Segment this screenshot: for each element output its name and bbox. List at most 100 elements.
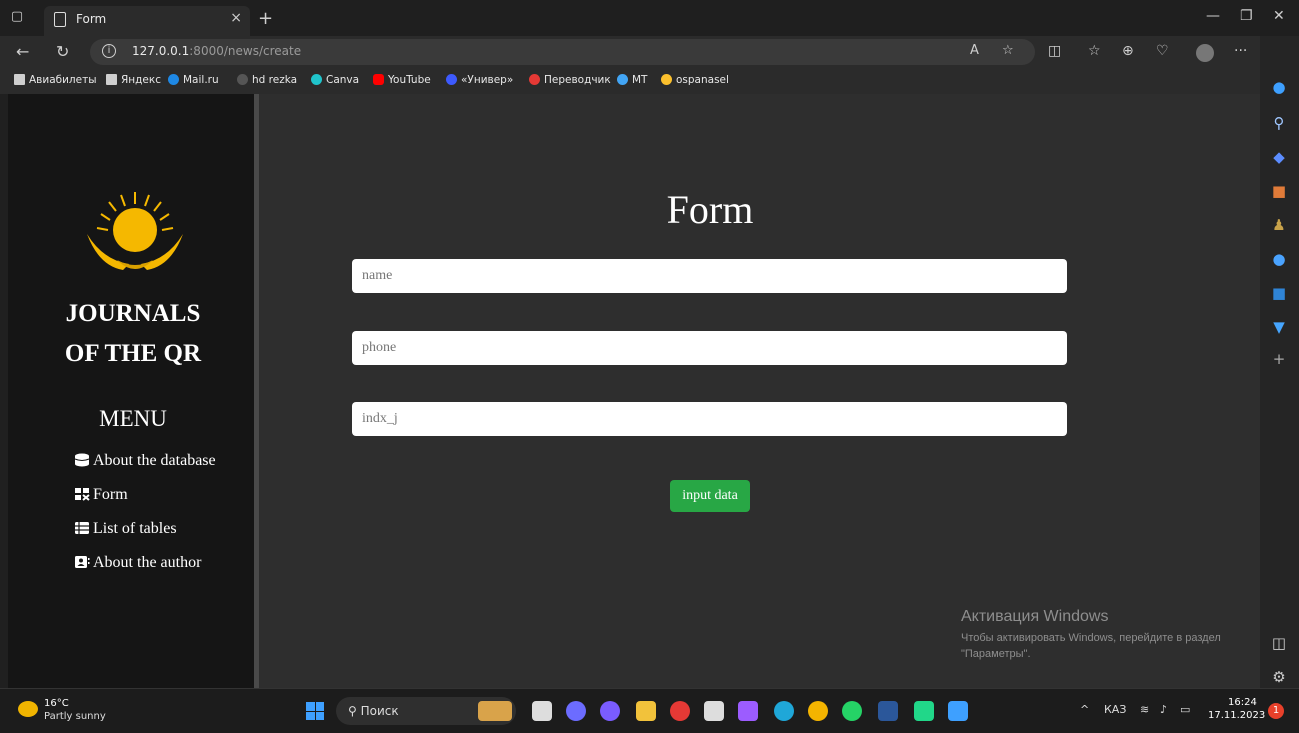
drop-send-icon[interactable]: ▼ bbox=[1270, 318, 1288, 336]
tools-icon[interactable]: ■ bbox=[1270, 182, 1288, 200]
weather-description[interactable]: Partly sunny bbox=[44, 711, 106, 722]
task-view-icon[interactable] bbox=[532, 701, 552, 721]
brand-line-2: OF THE QR bbox=[64, 340, 202, 367]
language-indicator[interactable]: КАЗ bbox=[1104, 703, 1126, 716]
new-tab-button[interactable]: + bbox=[258, 8, 273, 29]
bookmark-label: «Универ» bbox=[461, 74, 514, 86]
word-icon[interactable] bbox=[878, 701, 898, 721]
bookmarks-bar: Авиабилеты Яндекс Mail.ru hd rezka Canva… bbox=[0, 68, 1260, 94]
bookmark-label: Переводчик bbox=[544, 74, 611, 86]
database-icon bbox=[74, 453, 90, 467]
sidebar-item-label: List of tables bbox=[93, 520, 177, 537]
profile-avatar[interactable] bbox=[1196, 44, 1214, 62]
document-viewer-icon[interactable] bbox=[948, 701, 968, 721]
tab-close-icon[interactable]: × bbox=[230, 10, 242, 26]
menu-heading: MENU bbox=[99, 406, 167, 431]
bookmark-label: MT bbox=[632, 74, 648, 86]
file-explorer-icon[interactable] bbox=[636, 701, 656, 721]
notifications-bell-icon[interactable]: ● bbox=[1270, 78, 1288, 96]
indx-j-field[interactable] bbox=[352, 402, 1067, 436]
battery-icon[interactable]: ▭ bbox=[1180, 703, 1190, 716]
bookmark-item[interactable]: hd rezka bbox=[237, 74, 297, 86]
sidebar-item-form[interactable]: Form bbox=[74, 486, 128, 504]
meet-icon[interactable] bbox=[566, 701, 586, 721]
shopping-tag-icon[interactable]: ◆ bbox=[1270, 148, 1288, 166]
windows-activation-watermark: Активация Windows Чтобы активировать Win… bbox=[961, 608, 1261, 662]
collections-icon[interactable]: ⊕ bbox=[1122, 43, 1134, 59]
back-icon[interactable]: ← bbox=[16, 42, 29, 61]
widgets-icon[interactable] bbox=[478, 701, 512, 721]
chrome-icon[interactable] bbox=[808, 701, 828, 721]
bookmark-item[interactable]: Яндекс bbox=[106, 74, 161, 86]
weather-temperature[interactable]: 16°C bbox=[44, 698, 69, 709]
restore-icon[interactable]: ❐ bbox=[1240, 8, 1253, 24]
bookmark-item[interactable]: ospanasel bbox=[661, 74, 729, 86]
page-title: Form bbox=[666, 187, 754, 232]
whatsapp-icon[interactable] bbox=[842, 701, 862, 721]
clock-time[interactable]: 16:24 bbox=[1228, 697, 1257, 708]
bookmark-label: YouTube bbox=[388, 74, 431, 86]
more-menu-icon[interactable]: ··· bbox=[1234, 43, 1247, 59]
hide-sidebar-icon[interactable]: ◫ bbox=[1270, 634, 1288, 652]
split-screen-icon[interactable]: ◫ bbox=[1048, 43, 1061, 59]
sidebar-settings-icon[interactable]: ⚙ bbox=[1270, 668, 1288, 686]
add-sidebar-app-icon[interactable]: + bbox=[1270, 350, 1288, 368]
tab-form[interactable]: Form × bbox=[44, 6, 250, 36]
page-icon bbox=[54, 12, 66, 27]
volume-icon[interactable]: ♪ bbox=[1160, 703, 1167, 716]
notification-badge[interactable]: 1 bbox=[1268, 703, 1284, 719]
page-content: JOURNALS OF THE QR MENU About the databa… bbox=[8, 94, 1260, 688]
sidebar-item-about-author[interactable]: About the author bbox=[74, 554, 201, 572]
tray-overflow-icon[interactable]: ^ bbox=[1080, 703, 1089, 716]
bookmark-item[interactable]: «Универ» bbox=[446, 74, 513, 86]
favorites-icon[interactable]: ☆ bbox=[1088, 43, 1101, 59]
outlook-icon[interactable]: ■ bbox=[1270, 284, 1288, 302]
phone-field[interactable] bbox=[352, 331, 1067, 365]
bookmark-label: Авиабилеты bbox=[29, 74, 97, 86]
contact-card-icon bbox=[75, 556, 90, 568]
microsoft-365-icon[interactable]: ● bbox=[1270, 250, 1288, 268]
wifi-icon[interactable]: ≋ bbox=[1140, 703, 1149, 716]
pycharm-icon[interactable] bbox=[914, 701, 934, 721]
bookmark-item[interactable]: Авиабилеты bbox=[14, 74, 97, 86]
edge-icon[interactable] bbox=[774, 701, 794, 721]
sidebar-item-about-database[interactable]: About the database bbox=[74, 452, 216, 470]
sidebar-item-list-of-tables[interactable]: List of tables bbox=[74, 520, 177, 538]
tab-actions-icon[interactable]: ▢ bbox=[6, 6, 28, 28]
close-window-icon[interactable]: ✕ bbox=[1273, 8, 1285, 24]
input-data-button[interactable]: input data bbox=[670, 480, 750, 512]
url-path: :8000/news/create bbox=[189, 44, 302, 58]
bookmark-item[interactable]: Переводчик bbox=[529, 74, 611, 86]
url-text: 127.0.0.1:8000/news/create bbox=[132, 44, 301, 58]
weather-partly-sunny-icon[interactable] bbox=[18, 701, 38, 717]
bookmark-label: Яндекс bbox=[121, 74, 161, 86]
yandex-browser-icon[interactable] bbox=[670, 701, 690, 721]
read-aloud-icon[interactable]: A bbox=[970, 43, 979, 58]
browser-titlebar: ▢ Form × + — ❐ ✕ bbox=[0, 0, 1299, 36]
alice-icon[interactable] bbox=[600, 701, 620, 721]
site-info-icon[interactable]: i bbox=[102, 44, 116, 58]
bookmark-item[interactable]: MT bbox=[617, 74, 647, 86]
address-bar[interactable]: i 127.0.0.1:8000/news/create A ☆ bbox=[90, 39, 1035, 65]
translator-icon bbox=[529, 74, 540, 85]
watermark-text: Чтобы активировать Windows, перейдите в … bbox=[961, 632, 1221, 660]
sidebar-divider bbox=[254, 94, 259, 688]
notepad-icon[interactable] bbox=[704, 701, 724, 721]
start-button-icon[interactable] bbox=[306, 702, 324, 720]
sidebar-item-label: About the author bbox=[93, 554, 202, 571]
bookmark-label: Mail.ru bbox=[183, 74, 219, 86]
kazakhstan-emblem-icon bbox=[87, 192, 183, 270]
bookmark-item[interactable]: YouTube bbox=[373, 74, 431, 86]
bookmark-item[interactable]: Canva bbox=[311, 74, 359, 86]
health-icon[interactable]: ♡ bbox=[1156, 43, 1169, 59]
clock-date[interactable]: 17.11.2023 bbox=[1208, 710, 1265, 721]
games-icon[interactable]: ♟ bbox=[1270, 216, 1288, 234]
watermark-title: Активация Windows bbox=[961, 608, 1109, 625]
bookmark-item[interactable]: Mail.ru bbox=[168, 74, 219, 86]
minimize-icon[interactable]: — bbox=[1206, 8, 1220, 24]
refresh-icon[interactable]: ↻ bbox=[56, 42, 69, 61]
visual-studio-icon[interactable] bbox=[738, 701, 758, 721]
search-icon[interactable]: ⚲ bbox=[1270, 114, 1288, 132]
favorite-star-icon[interactable]: ☆ bbox=[1002, 43, 1014, 58]
name-field[interactable] bbox=[352, 259, 1067, 293]
